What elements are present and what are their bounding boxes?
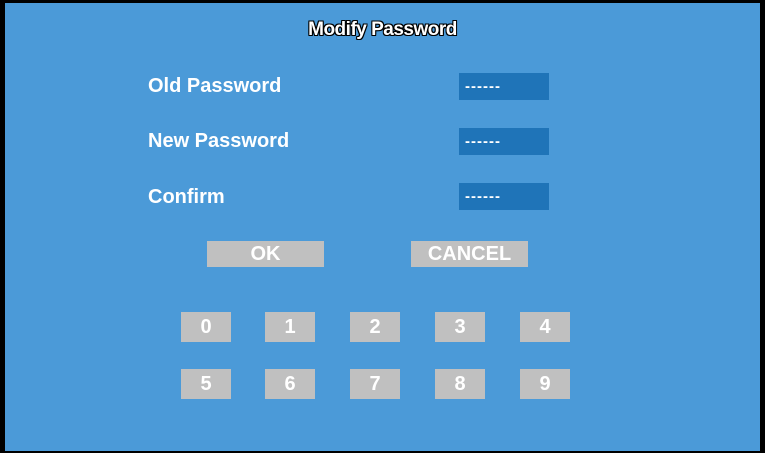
new-password-label: New Password bbox=[148, 130, 290, 152]
ok-button[interactable]: OK bbox=[207, 241, 324, 267]
keypad-key-5[interactable]: 5 bbox=[181, 369, 231, 399]
confirm-label: Confirm bbox=[148, 186, 225, 208]
keypad-key-8[interactable]: 8 bbox=[435, 369, 485, 399]
keypad-key-9[interactable]: 9 bbox=[520, 369, 570, 399]
old-password-field[interactable]: ------ bbox=[459, 73, 549, 100]
keypad-key-2[interactable]: 2 bbox=[350, 312, 400, 342]
keypad-key-3[interactable]: 3 bbox=[435, 312, 485, 342]
keypad-key-6[interactable]: 6 bbox=[265, 369, 315, 399]
keypad-key-7[interactable]: 7 bbox=[350, 369, 400, 399]
keypad-key-0[interactable]: 0 bbox=[181, 312, 231, 342]
new-password-field[interactable]: ------ bbox=[459, 128, 549, 155]
dialog-title: Modify Password bbox=[308, 19, 457, 40]
keypad-key-1[interactable]: 1 bbox=[265, 312, 315, 342]
keypad-key-4[interactable]: 4 bbox=[520, 312, 570, 342]
modify-password-screen: Modify Password Old Password ------ New … bbox=[0, 0, 765, 453]
cancel-button[interactable]: CANCEL bbox=[411, 241, 528, 267]
confirm-password-field[interactable]: ------ bbox=[459, 183, 549, 210]
old-password-label: Old Password bbox=[148, 75, 282, 97]
